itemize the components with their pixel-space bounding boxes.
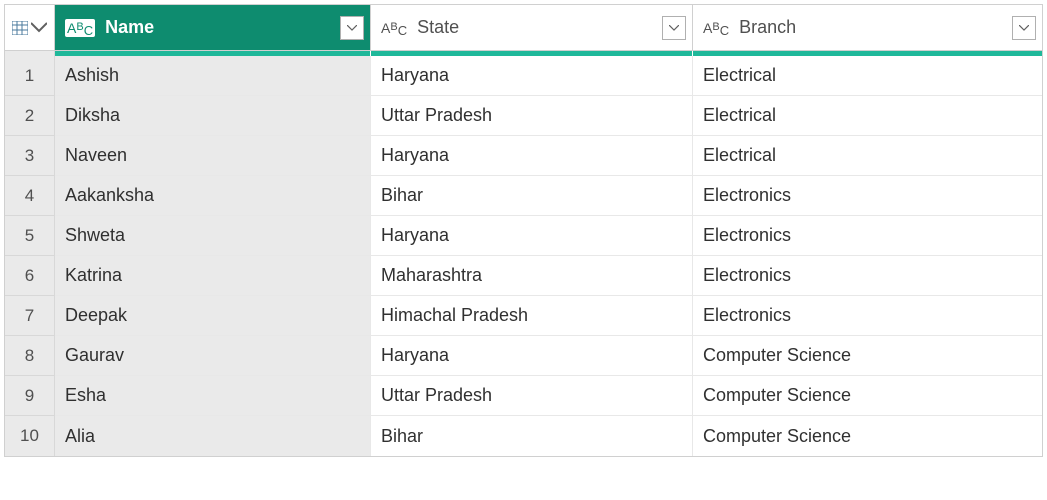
cell-name[interactable]: Aakanksha <box>55 176 371 216</box>
table-header-row: ABC Name ABC State ABC Branch <box>5 5 1042 51</box>
cell-name[interactable]: Katrina <box>55 256 371 296</box>
cell-branch[interactable]: Electrical <box>693 136 1042 176</box>
row-number[interactable]: 3 <box>5 136 55 176</box>
filter-button-state[interactable] <box>662 16 686 40</box>
column-label: State <box>417 17 459 38</box>
table-row[interactable]: 10AliaBiharComputer Science <box>5 416 1042 456</box>
table-menu-button[interactable] <box>5 5 55 51</box>
cell-branch[interactable]: Electronics <box>693 296 1042 336</box>
cell-name[interactable]: Naveen <box>55 136 371 176</box>
filter-button-branch[interactable] <box>1012 16 1036 40</box>
row-number[interactable]: 8 <box>5 336 55 376</box>
cell-state[interactable]: Haryana <box>371 136 693 176</box>
table-row[interactable]: 9EshaUttar PradeshComputer Science <box>5 376 1042 416</box>
cell-branch[interactable]: Electrical <box>693 96 1042 136</box>
table-row[interactable]: 2DikshaUttar PradeshElectrical <box>5 96 1042 136</box>
cell-name[interactable]: Alia <box>55 416 371 456</box>
cell-state[interactable]: Himachal Pradesh <box>371 296 693 336</box>
cell-state[interactable]: Uttar Pradesh <box>371 376 693 416</box>
cell-name[interactable]: Gaurav <box>55 336 371 376</box>
cell-state[interactable]: Haryana <box>371 216 693 256</box>
row-number[interactable]: 6 <box>5 256 55 296</box>
cell-branch[interactable]: Electronics <box>693 216 1042 256</box>
data-table: ABC Name ABC State ABC Branch 1AshishHar… <box>4 4 1043 457</box>
table-row[interactable]: 5ShwetaHaryanaElectronics <box>5 216 1042 256</box>
cell-branch[interactable]: Computer Science <box>693 336 1042 376</box>
table-row[interactable]: 1AshishHaryanaElectrical <box>5 56 1042 96</box>
cell-state[interactable]: Maharashtra <box>371 256 693 296</box>
cell-branch[interactable]: Computer Science <box>693 416 1042 456</box>
cell-state[interactable]: Haryana <box>371 336 693 376</box>
row-number[interactable]: 9 <box>5 376 55 416</box>
type-text-icon: ABC <box>65 19 95 37</box>
row-number[interactable]: 10 <box>5 416 55 456</box>
table-row[interactable]: 3NaveenHaryanaElectrical <box>5 136 1042 176</box>
row-number[interactable]: 5 <box>5 216 55 256</box>
column-label: Branch <box>739 17 796 38</box>
cell-state[interactable]: Haryana <box>371 56 693 96</box>
chevron-down-icon <box>31 21 47 35</box>
column-header-branch[interactable]: ABC Branch <box>693 5 1042 51</box>
row-number[interactable]: 4 <box>5 176 55 216</box>
cell-name[interactable]: Shweta <box>55 216 371 256</box>
table-icon <box>12 21 47 35</box>
cell-branch[interactable]: Electronics <box>693 256 1042 296</box>
column-header-name[interactable]: ABC Name <box>55 5 371 51</box>
cell-branch[interactable]: Computer Science <box>693 376 1042 416</box>
row-number[interactable]: 2 <box>5 96 55 136</box>
cell-state[interactable]: Uttar Pradesh <box>371 96 693 136</box>
chevron-down-icon <box>347 25 357 31</box>
chevron-down-icon <box>1019 25 1029 31</box>
column-label: Name <box>105 17 154 38</box>
cell-branch[interactable]: Electrical <box>693 56 1042 96</box>
table-row[interactable]: 4AakankshaBiharElectronics <box>5 176 1042 216</box>
chevron-down-icon <box>669 25 679 31</box>
cell-state[interactable]: Bihar <box>371 416 693 456</box>
table-row[interactable]: 8GauravHaryanaComputer Science <box>5 336 1042 376</box>
cell-name[interactable]: Ashish <box>55 56 371 96</box>
filter-button-name[interactable] <box>340 16 364 40</box>
cell-name[interactable]: Diksha <box>55 96 371 136</box>
row-number[interactable]: 7 <box>5 296 55 336</box>
cell-state[interactable]: Bihar <box>371 176 693 216</box>
column-header-state[interactable]: ABC State <box>371 5 693 51</box>
cell-name[interactable]: Deepak <box>55 296 371 336</box>
row-number[interactable]: 1 <box>5 56 55 96</box>
cell-name[interactable]: Esha <box>55 376 371 416</box>
cell-branch[interactable]: Electronics <box>693 176 1042 216</box>
table-row[interactable]: 7DeepakHimachal PradeshElectronics <box>5 296 1042 336</box>
type-text-icon: ABC <box>703 20 729 36</box>
type-text-icon: ABC <box>381 20 407 36</box>
table-row[interactable]: 6KatrinaMaharashtraElectronics <box>5 256 1042 296</box>
